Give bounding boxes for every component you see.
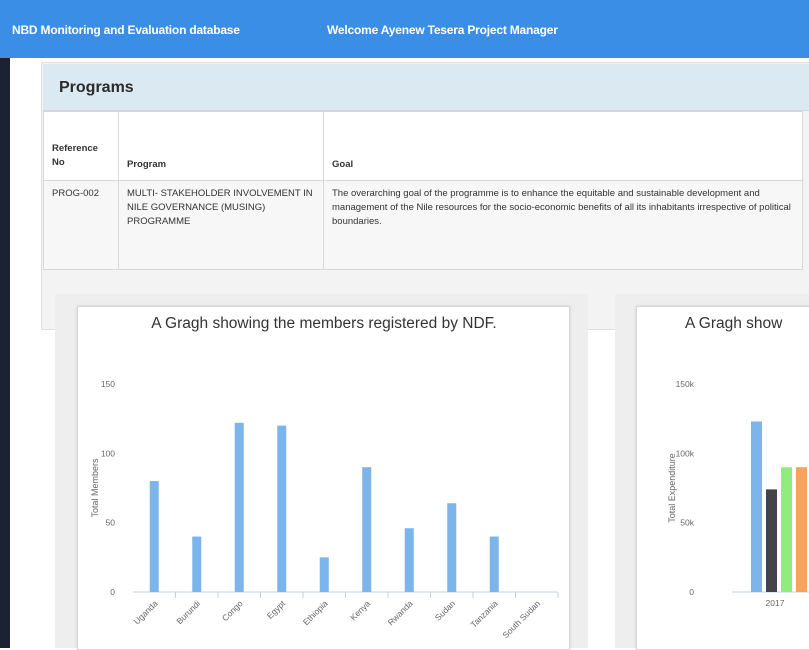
x-tick-label: Ethiopia	[301, 598, 330, 627]
column-header-goal: Goal	[323, 111, 803, 181]
bar-tanzania	[489, 536, 499, 592]
table-row[interactable]: PROG-002 MULTI- STAKEHOLDER INVOLVEMENT …	[43, 180, 803, 270]
y-tick-label: 150	[101, 379, 115, 389]
expenditure-chart-container: A Gragh show 0 50k 100k 150k Total Expenditu…	[615, 294, 809, 650]
x-tick-label: Uganda	[132, 598, 160, 626]
bar-series-4	[796, 467, 807, 592]
programs-panel-heading: Programs	[43, 64, 809, 111]
cell-program: MULTI- STAKEHOLDER INVOLVEMENT IN NILE G…	[118, 180, 324, 270]
top-navbar: NBD Monitoring and Evaluation database W…	[0, 0, 809, 58]
x-tick-label: Tanzania	[469, 598, 500, 629]
members-bar-chart: 0 50 100 150 Total Members Uganda Burundi Congo…	[90, 379, 559, 640]
programs-title: Programs	[59, 79, 134, 96]
bar-series-1	[751, 421, 762, 592]
y-tick-label: 100k	[676, 448, 695, 458]
y-tick-label: 50k	[680, 518, 694, 528]
y-tick-label: 150k	[676, 379, 695, 389]
x-tick-label: Kenya	[348, 598, 372, 622]
expenditure-chart-card: A Gragh show 0 50k 100k 150k Total Expenditu…	[636, 306, 809, 650]
y-axis-label: Total Members	[90, 458, 100, 518]
x-tick-label: Congo	[220, 598, 245, 623]
main-content: Programs Reference No Program Goal PROG-…	[10, 58, 809, 650]
x-tick-label: South Sudan	[500, 598, 542, 640]
x-tick-label: Sudan	[433, 598, 458, 623]
bar-uganda	[149, 481, 159, 592]
x-tick-label: 2017	[766, 598, 785, 608]
column-header-reference-no: Reference No	[43, 111, 119, 181]
programs-panel: Programs Reference No Program Goal PROG-…	[41, 62, 809, 330]
y-tick-label: 0	[689, 587, 694, 597]
y-tick-label: 0	[110, 587, 115, 597]
bar-sudan	[447, 503, 457, 592]
y-tick-label: 100	[101, 448, 115, 458]
bar-rwanda	[404, 528, 414, 592]
bar-burundi	[192, 536, 202, 592]
expenditure-bar-chart: 0 50k 100k 150k Total Expenditure 2017	[667, 379, 809, 608]
programs-table: Reference No Program Goal PROG-002 MULTI…	[43, 111, 803, 270]
welcome-user-text: Welcome Ayenew Tesera Project Manager	[327, 23, 558, 37]
y-tick-label: 50	[106, 518, 116, 528]
cell-reference-no: PROG-002	[43, 180, 119, 270]
column-header-program: Program	[118, 111, 324, 181]
x-tick-label: Egypt	[265, 598, 288, 621]
bar-kenya	[362, 467, 372, 592]
members-chart-container: A Gragh showing the members registered b…	[55, 294, 588, 650]
y-axis-label: Total Expenditure	[667, 453, 677, 523]
cell-goal: The overarching goal of the programme is…	[323, 180, 803, 270]
bar-series-3	[781, 467, 792, 592]
bar-ethiopia	[319, 557, 329, 592]
bar-series-2	[766, 489, 777, 592]
left-sidebar-rail	[0, 58, 10, 648]
x-tick-label: Rwanda	[386, 598, 415, 627]
members-chart-card: A Gragh showing the members registered b…	[77, 306, 570, 650]
app-title-link[interactable]: NBD Monitoring and Evaluation database	[12, 23, 240, 37]
table-header-row: Reference No Program Goal	[43, 111, 803, 181]
x-tick-label: Burundi	[174, 598, 202, 626]
bar-congo	[234, 422, 244, 592]
bar-egypt	[277, 425, 287, 592]
